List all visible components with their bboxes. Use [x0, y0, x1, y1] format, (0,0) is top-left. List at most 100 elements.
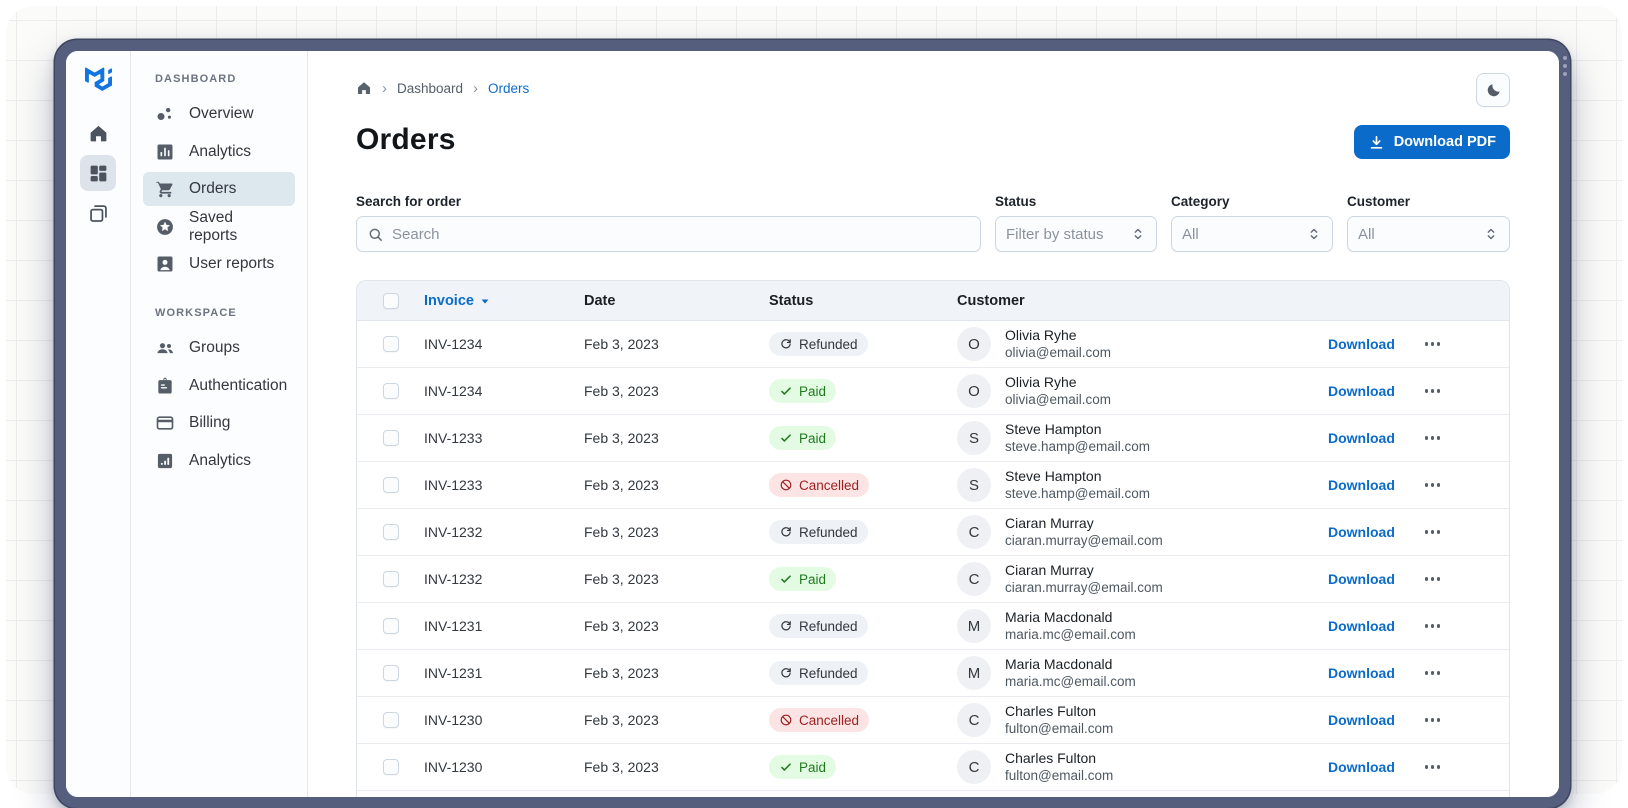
- customer-email: olivia@email.com: [1005, 344, 1111, 362]
- table-row: INV-1233 Feb 3, 2023 Paid S Steve Hampto…: [357, 415, 1509, 462]
- sidebar-item-overview[interactable]: Overview: [143, 97, 295, 131]
- column-status[interactable]: Status: [769, 293, 957, 309]
- row-menu-button[interactable]: [1423, 761, 1443, 773]
- dashboard-grid-icon: [88, 163, 109, 184]
- invoice-cell: INV-1231: [424, 665, 584, 681]
- table-row: INV-1231 Feb 3, 2023 Refunded M Maria Ma…: [357, 650, 1509, 697]
- download-pdf-button[interactable]: Download PDF: [1354, 125, 1510, 159]
- row-checkbox[interactable]: [383, 477, 399, 493]
- icon-rail: [66, 51, 131, 797]
- customer-avatar: O: [957, 327, 991, 361]
- row-checkbox[interactable]: [383, 759, 399, 775]
- row-checkbox[interactable]: [383, 665, 399, 681]
- select-all-checkbox[interactable]: [383, 293, 399, 309]
- sidebar-item-user-reports[interactable]: User reports: [143, 247, 295, 281]
- nav-item-label: Analytics: [189, 143, 251, 161]
- filter-label: Customer: [1347, 194, 1510, 212]
- window-scrollbar[interactable]: [1562, 56, 1567, 76]
- download-link[interactable]: Download: [1328, 665, 1395, 681]
- invoice-cell: INV-1233: [424, 477, 584, 493]
- row-checkbox[interactable]: [383, 712, 399, 728]
- rail-layers[interactable]: [80, 195, 116, 231]
- bar-chart-box-icon: [155, 142, 175, 162]
- download-link[interactable]: Download: [1328, 759, 1395, 775]
- customer-email: maria.mc@email.com: [1005, 626, 1136, 644]
- search-input[interactable]: [392, 226, 970, 243]
- nav-item-label: Saved reports: [189, 209, 283, 245]
- row-checkbox[interactable]: [383, 618, 399, 634]
- sidebar-item-saved-reports[interactable]: Saved reports: [143, 210, 295, 244]
- customer-email: steve.hamp@email.com: [1005, 485, 1150, 503]
- status-chip: Cancelled: [769, 473, 869, 497]
- download-link[interactable]: Download: [1328, 524, 1395, 540]
- download-link[interactable]: Download: [1328, 383, 1395, 399]
- date-cell: Feb 3, 2023: [584, 712, 769, 728]
- home-icon[interactable]: [356, 80, 372, 96]
- row-checkbox[interactable]: [383, 430, 399, 446]
- rail-home[interactable]: [80, 115, 116, 151]
- customer-name: Charles Fulton: [1005, 702, 1113, 720]
- row-menu-button[interactable]: [1423, 573, 1443, 585]
- filter-select[interactable]: Filter by status: [995, 216, 1157, 252]
- breadcrumb: › Dashboard › Orders: [356, 78, 1510, 98]
- rail-dashboard[interactable]: [80, 155, 116, 191]
- breadcrumb-dashboard[interactable]: Dashboard: [397, 81, 463, 96]
- browser-window: DASHBOARD Overview Analytics Orders Save…: [55, 40, 1570, 808]
- customer-avatar: M: [957, 656, 991, 690]
- customer-avatar: O: [957, 374, 991, 408]
- row-menu-button[interactable]: [1423, 479, 1443, 491]
- status-chip: Paid: [769, 379, 836, 403]
- status-label: Refunded: [799, 525, 858, 540]
- row-menu-button[interactable]: [1423, 432, 1443, 444]
- search-filter: Search for order: [356, 194, 981, 252]
- filter-select-value: All: [1182, 226, 1306, 243]
- row-checkbox[interactable]: [383, 383, 399, 399]
- sidebar-item-analytics[interactable]: Analytics: [143, 444, 295, 478]
- sidebar-item-billing[interactable]: Billing: [143, 406, 295, 440]
- status-chip: Cancelled: [769, 708, 869, 732]
- column-date[interactable]: Date: [584, 293, 769, 309]
- sidebar-item-analytics[interactable]: Analytics: [143, 135, 295, 169]
- date-cell: Feb 3, 2023: [584, 336, 769, 352]
- row-menu-button[interactable]: [1423, 526, 1443, 538]
- status-chip: Refunded: [769, 520, 868, 544]
- nav-item-label: Overview: [189, 105, 254, 123]
- download-link[interactable]: Download: [1328, 712, 1395, 728]
- status-label: Paid: [799, 760, 826, 775]
- status-label: Cancelled: [799, 713, 859, 728]
- customer-name: Maria Macdonald: [1005, 608, 1136, 626]
- download-link[interactable]: Download: [1328, 618, 1395, 634]
- filter-select[interactable]: All: [1171, 216, 1333, 252]
- download-link[interactable]: Download: [1328, 477, 1395, 493]
- date-cell: Feb 3, 2023: [584, 430, 769, 446]
- theme-toggle-button[interactable]: [1476, 73, 1510, 107]
- breadcrumb-separator: ›: [382, 81, 387, 96]
- row-menu-button[interactable]: [1423, 385, 1443, 397]
- filter-select[interactable]: All: [1347, 216, 1510, 252]
- row-menu-button[interactable]: [1423, 620, 1443, 632]
- row-menu-button[interactable]: [1423, 338, 1443, 350]
- sidebar-item-groups[interactable]: Groups: [143, 331, 295, 365]
- customer-email: ciaran.murray@email.com: [1005, 579, 1163, 597]
- sidebar-item-orders[interactable]: Orders: [143, 172, 295, 206]
- table-row: INV-1234 Feb 3, 2023 Refunded O Olivia R…: [357, 321, 1509, 368]
- download-link[interactable]: Download: [1328, 336, 1395, 352]
- sidebar-item-authentication[interactable]: Authentication: [143, 369, 295, 403]
- download-link[interactable]: Download: [1328, 430, 1395, 446]
- row-menu-button[interactable]: [1423, 667, 1443, 679]
- row-checkbox[interactable]: [383, 571, 399, 587]
- refresh-icon: [779, 525, 793, 539]
- unfold-more-icon: [1130, 226, 1146, 242]
- customer-email: steve.hamp@email.com: [1005, 438, 1150, 456]
- table-row: INV-1232 Feb 3, 2023 Paid C Ciaran Murra…: [357, 556, 1509, 603]
- status-label: Paid: [799, 384, 826, 399]
- filter-customer: Customer All: [1347, 194, 1510, 252]
- row-checkbox[interactable]: [383, 336, 399, 352]
- row-checkbox[interactable]: [383, 524, 399, 540]
- download-link[interactable]: Download: [1328, 571, 1395, 587]
- column-invoice[interactable]: Invoice: [424, 292, 584, 310]
- filter-category: Category All: [1171, 194, 1333, 252]
- column-customer[interactable]: Customer: [957, 293, 1325, 309]
- date-cell: Feb 3, 2023: [584, 665, 769, 681]
- row-menu-button[interactable]: [1423, 714, 1443, 726]
